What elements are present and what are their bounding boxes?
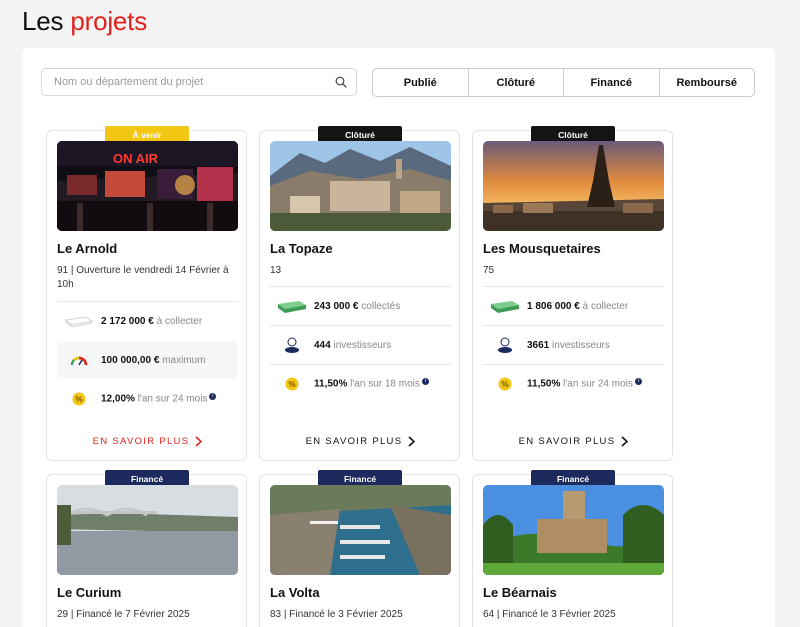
learn-more-link[interactable]: EN SAVOIR PLUS [260,436,461,447]
project-photo: ON AIR [57,141,238,231]
project-card[interactable]: À venir ON AIR Le Arnold 91 | Ouverture … [46,126,248,461]
amount-row: 1 806 000 € à collecter [483,287,664,325]
project-card[interactable]: Financé Le Curium 29 | Financé le 7 Févr… [46,470,247,627]
max-label: maximum [162,354,206,366]
project-subtitle: 91 | Ouverture le vendredi 14 Février à … [57,265,229,290]
investor-icon [498,337,512,353]
tab-rembourse[interactable]: Remboursé [660,69,755,96]
project-card[interactable]: Clôturé La Topaze 13 243 000 € collectés… [259,126,461,461]
project-card[interactable]: Financé La Volta 83 | Financé le 3 Févri… [259,470,460,627]
amount-row: 243 000 € collectés [270,287,451,325]
info-icon[interactable]: i [421,378,429,386]
rate-row: % 11,50% l'an sur 24 mois i [483,365,664,403]
project-subtitle: 83 | Financé le 3 Février 2025 [270,609,403,620]
amount-label: à collecter [156,315,203,327]
chevron-right-icon [408,436,416,447]
gauge-icon [70,356,88,366]
project-title: Le Béarnais [483,585,557,600]
svg-text:%: % [288,380,295,389]
investors-row: 3661 investisseurs [483,326,664,364]
chevron-right-icon [621,436,629,447]
project-subtitle: 64 | Financé le 3 Février 2025 [483,609,616,620]
page-title: Les projets [22,6,147,37]
banknote-stack-icon [491,301,519,313]
investors-label: investisseurs [552,339,610,351]
svg-text:ON AIR: ON AIR [113,151,159,166]
page-title-prefix: Les [22,6,64,36]
investors-label: investisseurs [333,339,392,351]
project-photo [57,485,238,575]
projects-panel: Publié Clôturé Financé Remboursé À venir… [22,48,775,627]
project-card[interactable]: Financé Le Béarnais 64 | Financé le 3 Fé… [472,470,673,627]
investors-value: 444 [314,339,331,351]
project-photo [483,485,664,575]
project-subtitle: 29 | Financé le 7 Février 2025 [57,609,190,620]
rate-label: l'an sur 24 mois [137,393,208,405]
amount-value: 243 000 € [314,300,359,312]
investors-row: 444 investisseurs [270,326,451,364]
amount-label: à collecter [582,300,629,312]
search-input[interactable] [54,69,324,95]
project-card[interactable]: Clôturé Les Mousquetaires 75 1 806 000 €… [472,126,674,461]
banknote-stack-icon [278,301,306,313]
amount-value: 2 172 000 € [101,315,154,327]
project-title: La Volta [270,585,320,600]
learn-more-link[interactable]: EN SAVOIR PLUS [473,436,674,447]
status-tabs: Publié Clôturé Financé Remboursé [372,68,755,97]
svg-text:%: % [501,380,508,389]
amount-label: collectés [361,300,401,312]
svg-text:%: % [75,395,82,404]
search-icon[interactable] [335,76,347,88]
info-icon[interactable]: i [634,378,642,386]
info-icon[interactable]: i [209,393,217,401]
project-subtitle: 13 [270,265,282,276]
project-photo [270,485,451,575]
project-title: Le Arnold [57,241,118,256]
banknote-outline-icon [64,316,94,327]
percent-icon: % [285,377,299,391]
rate-value: 11,50% [314,378,348,390]
project-title: Le Curium [57,585,122,600]
percent-icon: % [72,392,86,406]
rate-value: 12,00% [101,393,135,405]
rate-row: % 12,00% l'an sur 24 mois i [57,380,238,418]
tab-publie[interactable]: Publié [373,69,469,96]
learn-more-link[interactable]: EN SAVOIR PLUS [47,436,248,447]
max-value: 100 000,00 € [101,354,160,366]
search-field[interactable] [41,68,357,96]
page-title-accent: projets [70,6,147,36]
project-photo [483,141,664,231]
investor-icon [285,337,299,353]
project-subtitle: 75 [483,265,495,276]
rate-label: l'an sur 24 mois [563,378,633,390]
amount-row: 2 172 000 € à collecter [57,302,238,340]
rate-row: % 11,50% l'an sur 18 mois i [270,365,451,403]
percent-icon: % [498,377,512,391]
project-title: La Topaze [270,241,333,256]
rate-value: 11,50% [527,378,561,390]
tab-finance[interactable]: Financé [564,69,660,96]
investors-value: 3661 [527,339,550,351]
max-row: 100 000,00 € maximum [57,341,238,379]
amount-value: 1 806 000 € [527,300,580,312]
chevron-right-icon [195,436,203,447]
project-title: Les Mousquetaires [483,241,601,256]
rate-label: l'an sur 18 mois [350,378,420,390]
project-photo [270,141,451,231]
tab-cloture[interactable]: Clôturé [469,69,564,96]
